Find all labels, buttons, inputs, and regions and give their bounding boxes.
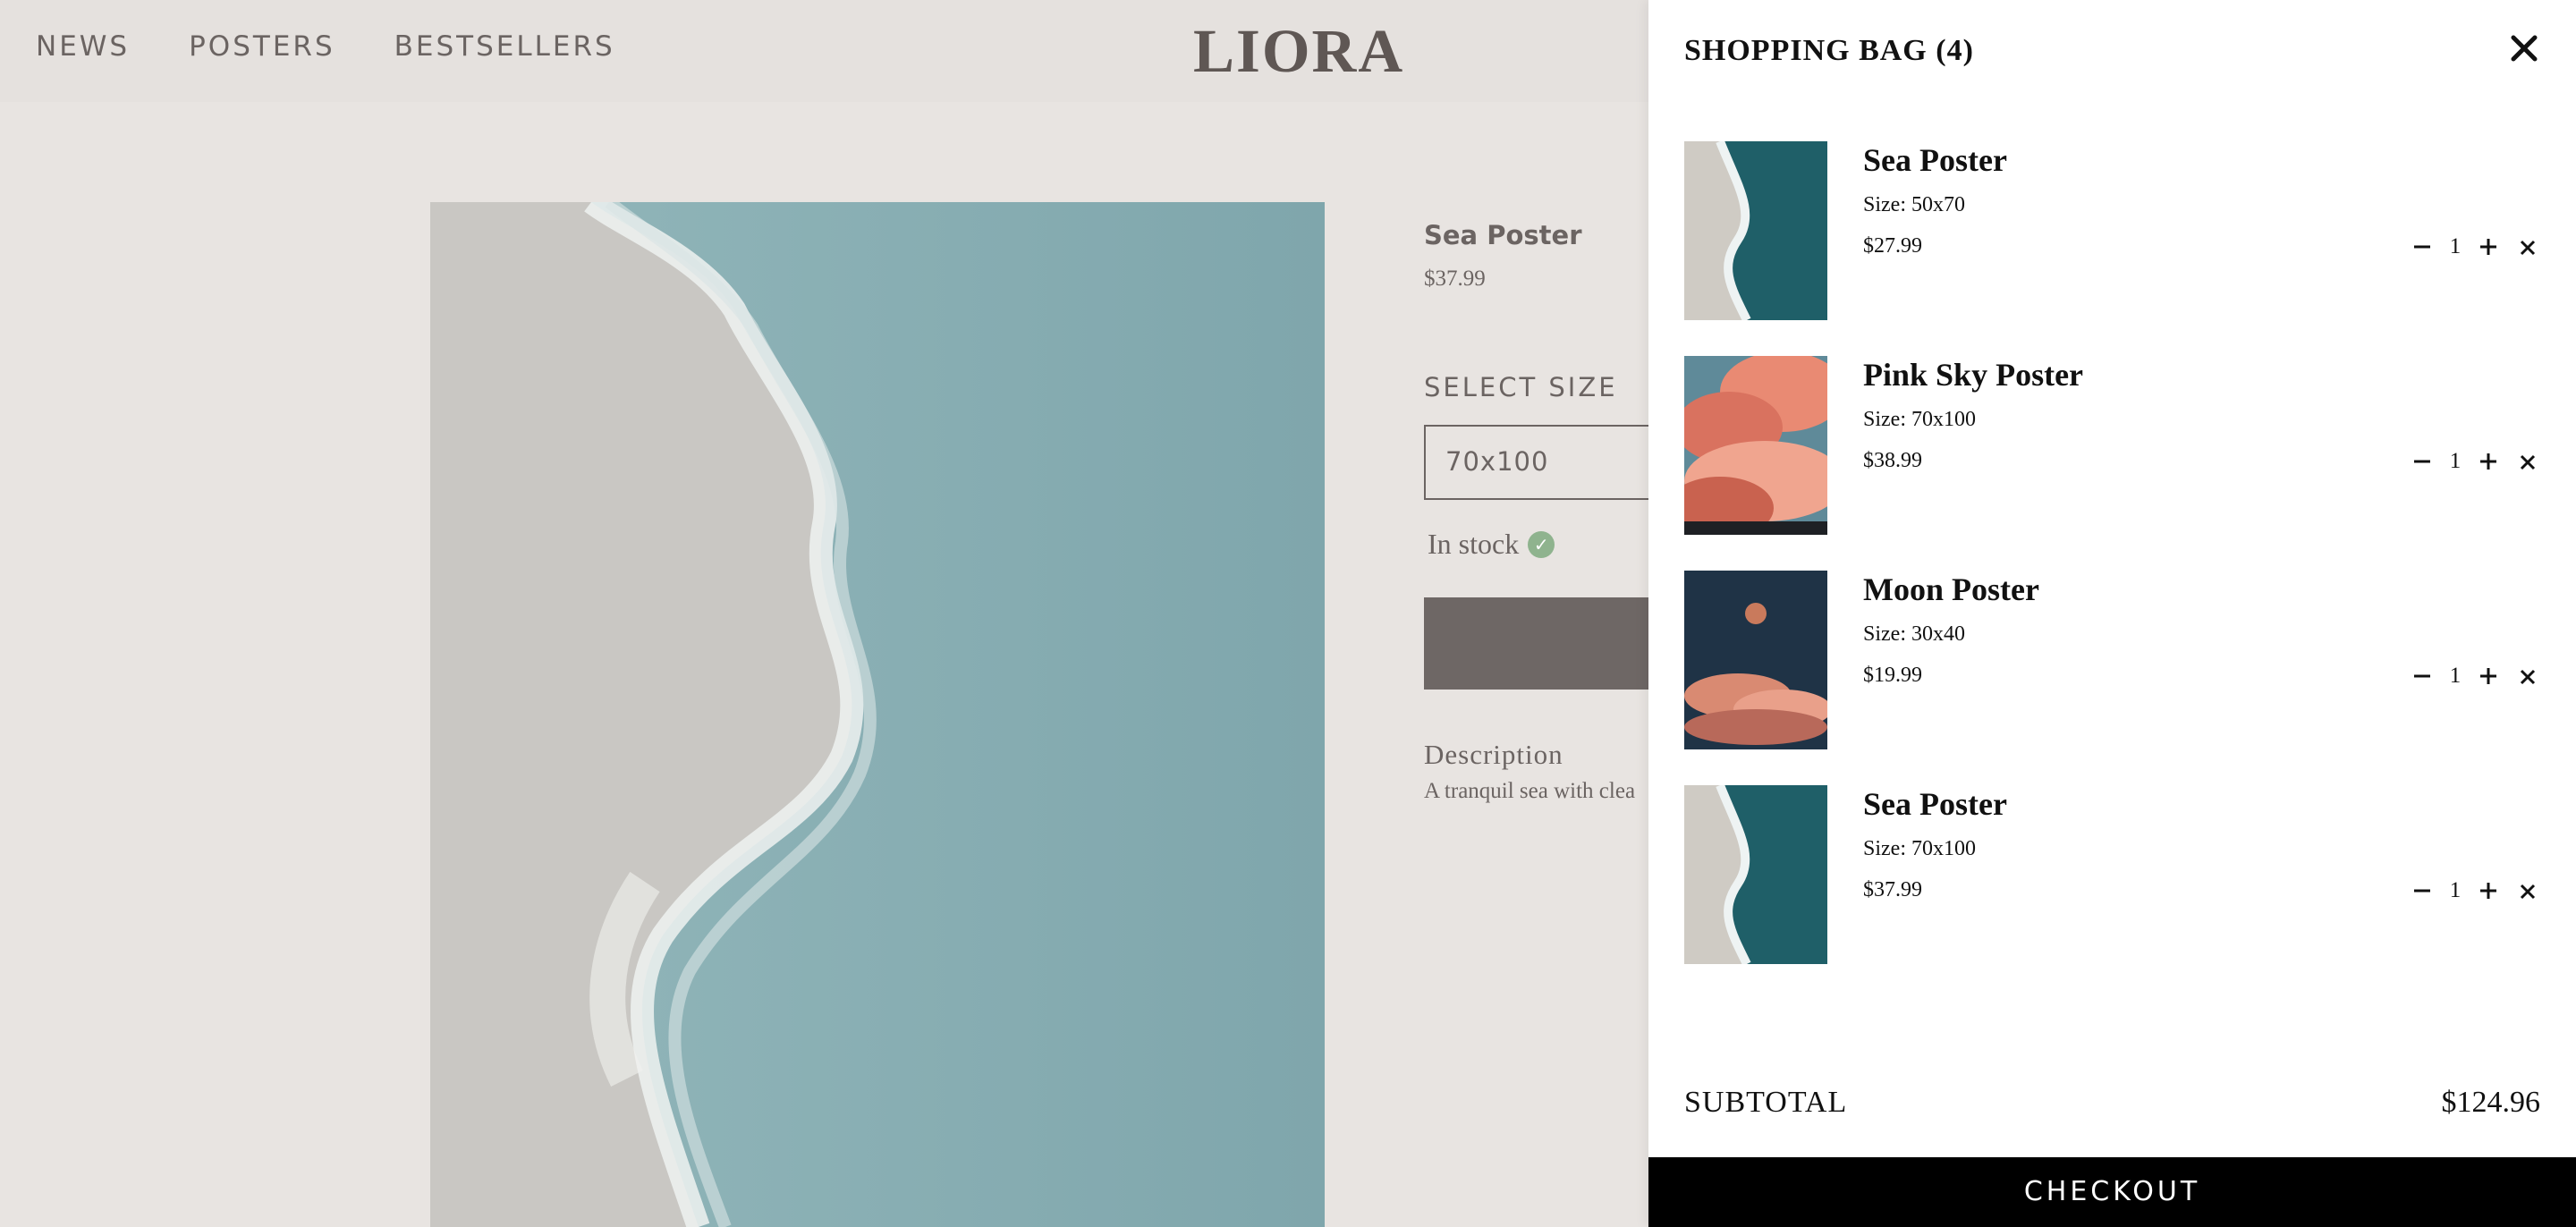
sea-thumbnail-image <box>1684 141 1827 320</box>
plus-icon <box>2480 668 2496 684</box>
quantity-value: 1 <box>2449 664 2462 688</box>
moon-thumbnail-image <box>1684 571 1827 749</box>
quantity-value: 1 <box>2449 449 2462 473</box>
checkout-button[interactable]: CHECKOUT <box>1648 1157 2576 1227</box>
quantity-stepper: 1 <box>2411 664 2500 689</box>
cart-item-price: $37.99 <box>1863 878 1922 901</box>
plus-icon <box>2480 239 2496 255</box>
quantity-stepper: 1 <box>2411 234 2500 259</box>
cart-item-size: Size: 70x100 <box>1863 837 1976 860</box>
shopping-bag-drawer: SHOPPING BAG (4) Sea Poster Size: 50x70 … <box>1648 0 2576 1227</box>
sea-thumbnail-image <box>1684 785 1827 964</box>
cart-item-name: Sea Poster <box>1863 786 2007 822</box>
minus-icon <box>2414 460 2430 463</box>
subtotal-label: SUBTOTAL <box>1684 1086 1848 1119</box>
remove-item-button[interactable] <box>2518 667 2538 687</box>
remove-icon <box>2520 669 2536 685</box>
cart-item-price: $19.99 <box>1863 664 1922 687</box>
nav-bestsellers-link[interactable]: BESTSELLERS <box>394 30 615 63</box>
quantity-stepper: 1 <box>2411 449 2500 474</box>
nav-news-link[interactable]: NEWS <box>36 30 130 63</box>
remove-item-button[interactable] <box>2518 238 2538 258</box>
shopping-bag-title: SHOPPING BAG (4) <box>1684 34 1974 67</box>
product-image <box>430 202 1325 1227</box>
nav-posters-link[interactable]: POSTERS <box>189 30 335 63</box>
close-drawer-button[interactable] <box>2506 30 2542 66</box>
product-name: Sea Poster <box>1424 220 1582 250</box>
check-icon: ✓ <box>1528 530 1555 558</box>
cart-item-price: $27.99 <box>1863 234 1922 258</box>
sea-aerial-image <box>430 202 1325 1227</box>
quantity-value: 1 <box>2449 878 2462 902</box>
stock-status: In stock ✓ <box>1428 528 1555 561</box>
cart-item-size: Size: 50x70 <box>1863 193 1965 216</box>
cart-item: Sea Poster Size: 50x70 $27.99 1 <box>1684 141 2543 320</box>
brand-logo[interactable]: LIORA <box>1193 16 1404 87</box>
pink-sky-thumbnail-image <box>1684 356 1827 535</box>
minus-icon <box>2414 889 2430 893</box>
cart-item-name: Sea Poster <box>1863 142 2007 178</box>
main-nav: NEWS POSTERS BESTSELLERS <box>36 30 615 63</box>
increase-quantity-button[interactable] <box>2477 879 2500 902</box>
cart-item-name: Moon Poster <box>1863 571 2039 607</box>
decrease-quantity-button[interactable] <box>2411 879 2434 902</box>
remove-icon <box>2520 240 2536 256</box>
moon-thumbnail[interactable] <box>1684 571 1827 749</box>
cart-item-size: Size: 30x40 <box>1863 622 1965 646</box>
cart-item: Pink Sky Poster Size: 70x100 $38.99 1 <box>1684 356 2543 535</box>
decrease-quantity-button[interactable] <box>2411 235 2434 258</box>
remove-item-button[interactable] <box>2518 453 2538 472</box>
pink-sky-thumbnail[interactable] <box>1684 356 1827 535</box>
description-text: A tranquil sea with clea <box>1424 779 1636 803</box>
increase-quantity-button[interactable] <box>2477 235 2500 258</box>
stock-text: In stock <box>1428 528 1520 560</box>
cart-item-name: Pink Sky Poster <box>1863 357 2084 393</box>
decrease-quantity-button[interactable] <box>2411 450 2434 473</box>
cart-item: Sea Poster Size: 70x100 $37.99 1 <box>1684 785 2543 964</box>
sea-thumbnail[interactable] <box>1684 785 1827 964</box>
increase-quantity-button[interactable] <box>2477 450 2500 473</box>
plus-icon <box>2480 453 2496 470</box>
close-icon <box>2511 35 2538 62</box>
product-price: $37.99 <box>1424 267 1486 291</box>
quantity-value: 1 <box>2449 234 2462 258</box>
increase-quantity-button[interactable] <box>2477 664 2500 688</box>
subtotal-value: $124.96 <box>2441 1086 2541 1119</box>
select-size-label: SELECT SIZE <box>1424 372 1618 402</box>
decrease-quantity-button[interactable] <box>2411 664 2434 688</box>
sea-thumbnail[interactable] <box>1684 141 1827 320</box>
description-title: Description <box>1424 739 1563 770</box>
minus-icon <box>2414 245 2430 249</box>
quantity-stepper: 1 <box>2411 878 2500 903</box>
remove-item-button[interactable] <box>2518 882 2538 901</box>
cart-item: Moon Poster Size: 30x40 $19.99 1 <box>1684 571 2543 749</box>
remove-icon <box>2520 884 2536 900</box>
plus-icon <box>2480 883 2496 899</box>
cart-item-price: $38.99 <box>1863 449 1922 472</box>
minus-icon <box>2414 674 2430 678</box>
remove-icon <box>2520 454 2536 470</box>
product-info: Sea Poster $37.99 <box>1424 220 1582 291</box>
cart-item-size: Size: 70x100 <box>1863 408 1976 431</box>
